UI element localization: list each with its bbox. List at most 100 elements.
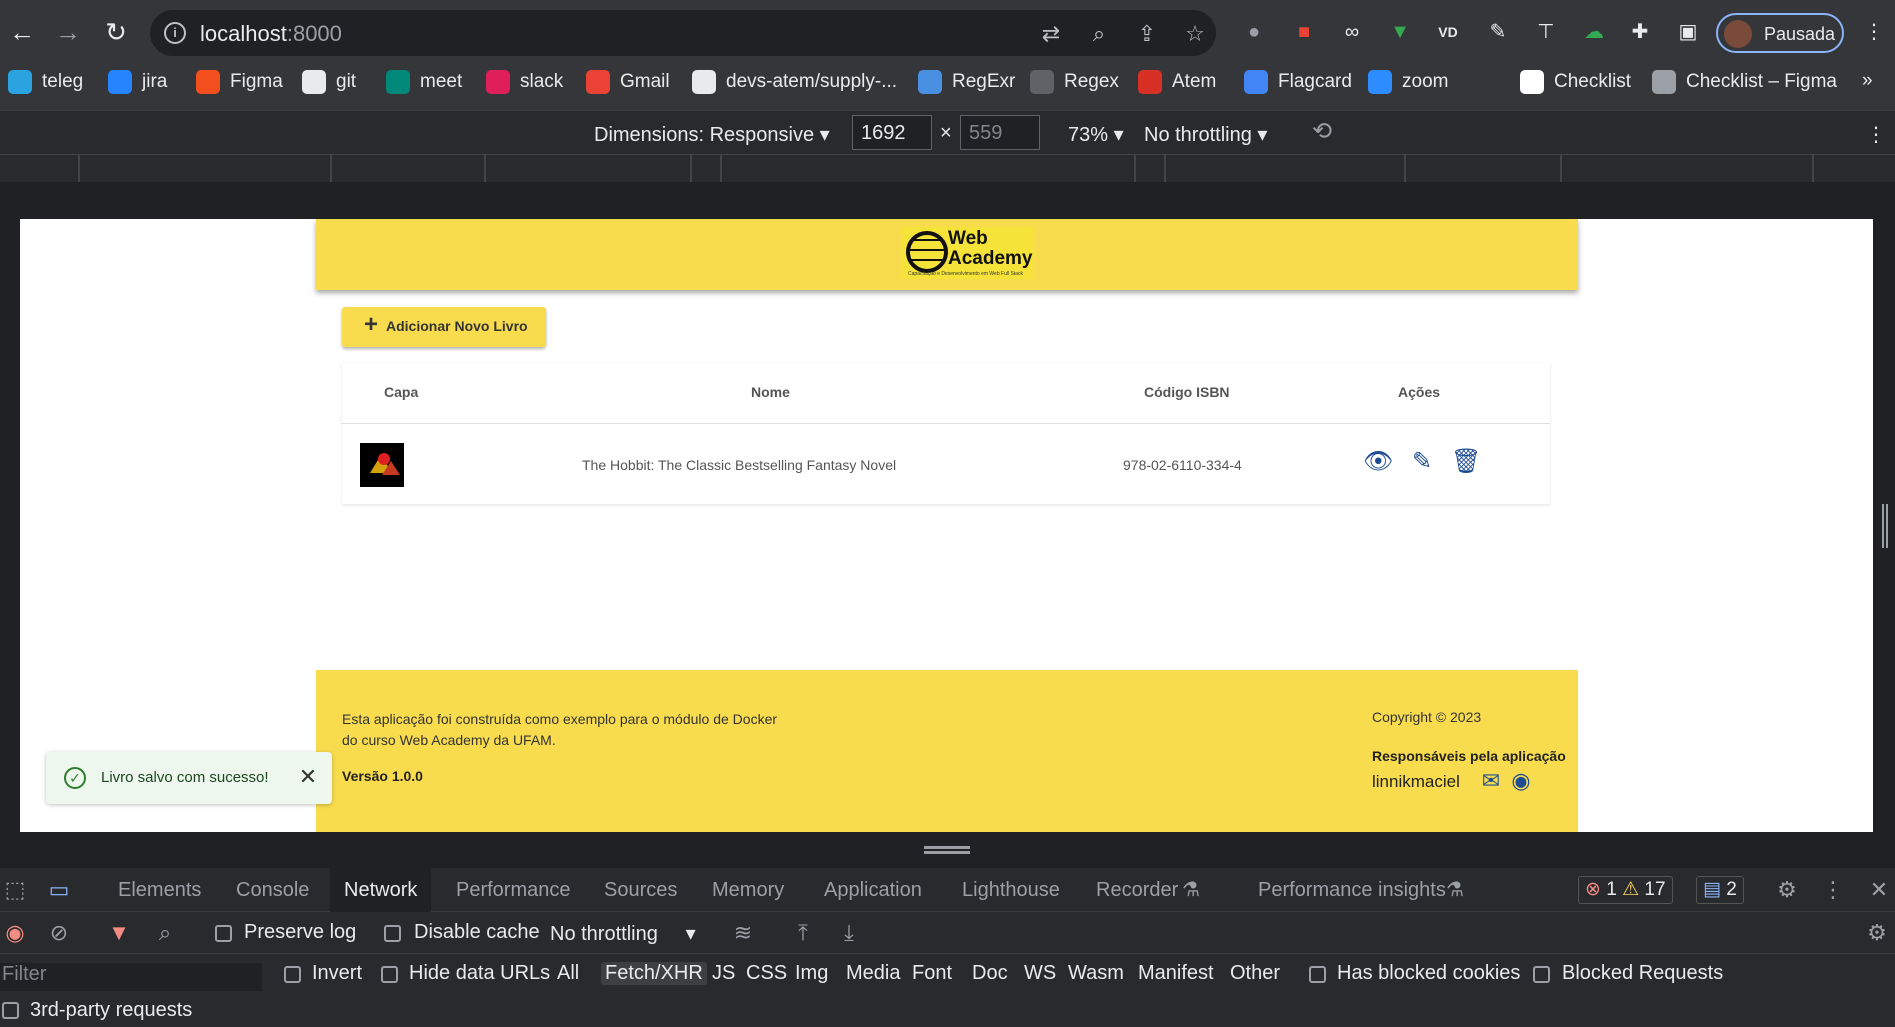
- profile-button[interactable]: Pausada: [1716, 13, 1844, 53]
- delete-trash-icon[interactable]: 🗑: [1451, 447, 1481, 477]
- extension-icon[interactable]: ●: [1240, 18, 1268, 46]
- bookmark-item[interactable]: Checklist – Figma: [1652, 70, 1837, 102]
- devtools-tab[interactable]: Recorder: [1096, 868, 1178, 912]
- bookmark-item[interactable]: Gmail: [586, 70, 670, 102]
- extension-icon[interactable]: ■: [1290, 18, 1318, 46]
- bookmark-item[interactable]: slack: [486, 70, 563, 102]
- bookmark-item[interactable]: RegExr: [918, 70, 1015, 102]
- network-settings-icon[interactable]: ⚙: [1862, 919, 1892, 947]
- bookmark-item[interactable]: Atem: [1138, 70, 1216, 102]
- invert-checkbox[interactable]: [284, 966, 301, 983]
- bookmark-item[interactable]: Flagcard: [1244, 70, 1352, 102]
- grip-icon[interactable]: [924, 846, 970, 854]
- third-party-checkbox[interactable]: [2, 1002, 19, 1019]
- bookmark-star-icon[interactable]: ☆: [1182, 21, 1208, 47]
- side-panel-icon[interactable]: ▣: [1674, 18, 1702, 46]
- filter-type-media[interactable]: Media: [846, 962, 900, 985]
- network-conditions-icon[interactable]: ≋: [728, 919, 758, 947]
- device-toggle-icon[interactable]: ▭: [44, 876, 74, 904]
- settings-gear-icon[interactable]: ⚙: [1772, 876, 1802, 904]
- filter-type-manifest[interactable]: Manifest: [1138, 962, 1214, 985]
- view-eye-icon[interactable]: 👁: [1363, 447, 1393, 477]
- bookmark-item[interactable]: jira: [108, 70, 167, 102]
- hide-data-urls-checkbox[interactable]: [381, 966, 398, 983]
- bookmark-item[interactable]: git: [302, 70, 356, 102]
- reload-icon[interactable]: ↻: [98, 14, 134, 50]
- devtools-tab[interactable]: Memory: [712, 868, 784, 912]
- more-icon[interactable]: ⋮: [1818, 876, 1848, 904]
- filter-type-js[interactable]: JS: [712, 962, 735, 985]
- search-icon[interactable]: ⌕: [150, 919, 180, 947]
- throttling-dropdown[interactable]: No throttling ▾: [1144, 122, 1267, 147]
- network-throttling-dropdown[interactable]: No throttling ▾: [550, 921, 696, 946]
- extension-icon[interactable]: ☁: [1580, 18, 1608, 46]
- filter-type-img[interactable]: Img: [795, 962, 828, 985]
- ruler-segment[interactable]: [332, 155, 486, 183]
- bookmark-item[interactable]: Checklist: [1520, 70, 1631, 102]
- omnibox[interactable]: i localhost:8000 ⇄ ⌕ ⇪ ☆: [150, 10, 1216, 56]
- disable-cache-checkbox[interactable]: [384, 925, 401, 942]
- inspect-icon[interactable]: ⬚: [0, 876, 30, 904]
- filter-type-wasm[interactable]: Wasm: [1068, 962, 1124, 985]
- bookmark-item[interactable]: meet: [386, 70, 462, 102]
- site-info-icon[interactable]: i: [164, 22, 186, 44]
- ruler-segment[interactable]: [1406, 155, 1562, 183]
- clear-icon[interactable]: ⊘: [44, 919, 74, 947]
- devtools-tab[interactable]: Performance insights: [1258, 868, 1446, 912]
- ruler-segment[interactable]: [486, 155, 692, 183]
- blocked-requests-checkbox[interactable]: [1533, 966, 1550, 983]
- filter-type-other[interactable]: Other: [1230, 962, 1280, 985]
- export-har-icon[interactable]: ⤓: [834, 919, 864, 947]
- devtools-tab[interactable]: Lighthouse: [962, 868, 1060, 912]
- ruler-segment[interactable]: [0, 155, 80, 183]
- email-icon[interactable]: ✉: [1478, 768, 1504, 794]
- bookmark-item[interactable]: devs-atem/supply-...: [692, 70, 897, 102]
- extension-icon[interactable]: VD: [1434, 18, 1462, 46]
- bookmark-item[interactable]: teleg: [8, 70, 83, 102]
- message-count-badge[interactable]: ▤ 2: [1696, 876, 1744, 904]
- import-har-icon[interactable]: ⤒: [788, 919, 818, 947]
- github-icon[interactable]: ◉: [1508, 768, 1534, 794]
- devtools-tab[interactable]: Performance: [456, 868, 571, 912]
- viewport-resize-handle[interactable]: [0, 832, 1895, 868]
- filter-type-ws[interactable]: WS: [1024, 962, 1056, 985]
- filter-type-css[interactable]: CSS: [746, 962, 787, 985]
- close-devtools-icon[interactable]: ✕: [1864, 876, 1894, 904]
- extension-icon[interactable]: ✎: [1484, 18, 1512, 46]
- web-academy-logo[interactable]: Web Academy Capacitação e Desenvolvimento…: [902, 227, 1034, 279]
- filter-type-fetchxhr[interactable]: Fetch/XHR: [601, 962, 707, 985]
- filter-input[interactable]: Filter: [0, 963, 262, 991]
- extension-icon[interactable]: ⊤: [1532, 18, 1560, 46]
- bookmark-item[interactable]: Regex: [1030, 70, 1119, 102]
- menu-icon[interactable]: ⋮: [1860, 18, 1888, 46]
- device-more-icon[interactable]: ⋮: [1866, 122, 1886, 147]
- ruler-segment[interactable]: [722, 155, 1136, 183]
- filter-type-font[interactable]: Font: [912, 962, 952, 985]
- close-icon[interactable]: ✕: [296, 765, 320, 789]
- column-header-nome[interactable]: Nome: [751, 384, 790, 400]
- ruler-segment[interactable]: [1166, 155, 1406, 183]
- add-book-button[interactable]: + Adicionar Novo Livro: [342, 307, 546, 347]
- ruler-segment[interactable]: [692, 155, 722, 183]
- extension-icon[interactable]: ▼: [1386, 18, 1414, 46]
- devtools-tab[interactable]: Application: [824, 868, 922, 912]
- ruler-segment[interactable]: [1136, 155, 1166, 183]
- filter-icon[interactable]: ▼: [104, 919, 134, 947]
- extension-icon[interactable]: ∞: [1338, 18, 1366, 46]
- translate-icon[interactable]: ⇄: [1038, 21, 1064, 47]
- devtools-tab[interactable]: Console: [236, 868, 309, 912]
- zoom-dropdown[interactable]: 73% ▾: [1068, 122, 1124, 147]
- bookmarks-overflow-icon[interactable]: »: [1862, 70, 1873, 102]
- zoom-icon[interactable]: ⌕: [1086, 21, 1112, 47]
- devtools-tab[interactable]: Sources: [604, 868, 677, 912]
- share-icon[interactable]: ⇪: [1134, 21, 1160, 47]
- height-input[interactable]: 559: [960, 115, 1040, 150]
- filter-type-doc[interactable]: Doc: [972, 962, 1008, 985]
- error-count-badge[interactable]: ⊗ 1 ⚠ 17: [1578, 876, 1673, 904]
- url-text[interactable]: localhost:8000: [200, 21, 342, 47]
- bookmark-item[interactable]: zoom: [1368, 70, 1448, 102]
- filter-type-all[interactable]: All: [557, 962, 579, 985]
- dimensions-dropdown[interactable]: Dimensions: Responsive ▾: [594, 122, 830, 147]
- back-icon[interactable]: ←: [4, 14, 40, 50]
- rotate-icon[interactable]: ⟲: [1312, 117, 1332, 146]
